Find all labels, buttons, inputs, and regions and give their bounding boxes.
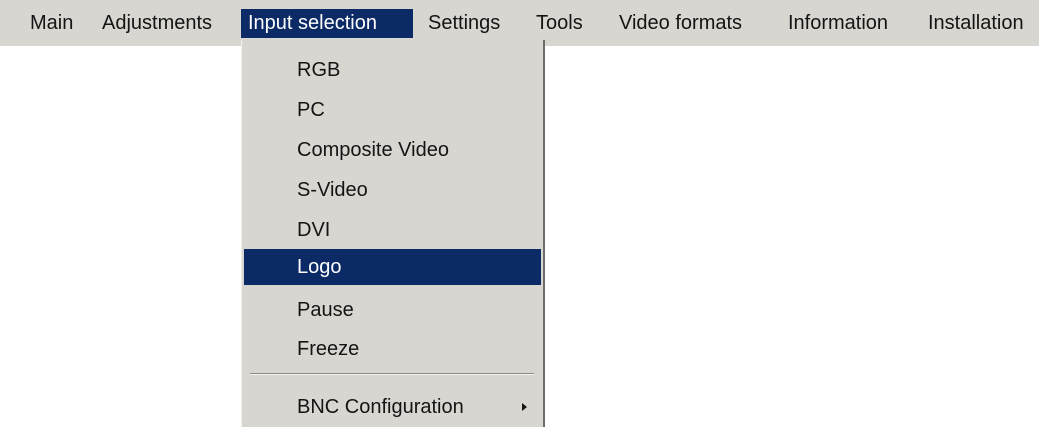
menu-installation[interactable]: Installation [921,9,1031,38]
menu-item-s-video[interactable]: S-Video [244,172,541,208]
input-selection-dropdown: RGB PC Composite Video S-Video DVI Logo … [241,40,545,427]
menu-item-freeze[interactable]: Freeze [244,331,541,367]
menu-item-composite-video[interactable]: Composite Video [244,132,541,168]
menu-item-dvi[interactable]: DVI [244,212,541,248]
menu-adjustments[interactable]: Adjustments [95,9,219,38]
menu-item-rgb[interactable]: RGB [244,52,541,88]
bnc-configuration-label: BNC Configuration [297,396,464,418]
menu-item-pc[interactable]: PC [244,92,541,128]
menu-video-formats[interactable]: Video formats [612,9,749,38]
menu-input-selection[interactable]: Input selection [241,9,413,38]
menu-item-bnc-configuration[interactable]: BNC Configuration [244,389,541,425]
menu-separator [250,373,534,375]
menu-information[interactable]: Information [781,9,895,38]
menu-settings[interactable]: Settings [421,9,507,38]
menu-item-logo[interactable]: Logo [244,249,541,285]
menu-main[interactable]: Main [23,9,80,38]
menu-item-pause[interactable]: Pause [244,292,541,328]
submenu-arrow-icon [522,403,527,411]
menu-tools[interactable]: Tools [529,9,590,38]
